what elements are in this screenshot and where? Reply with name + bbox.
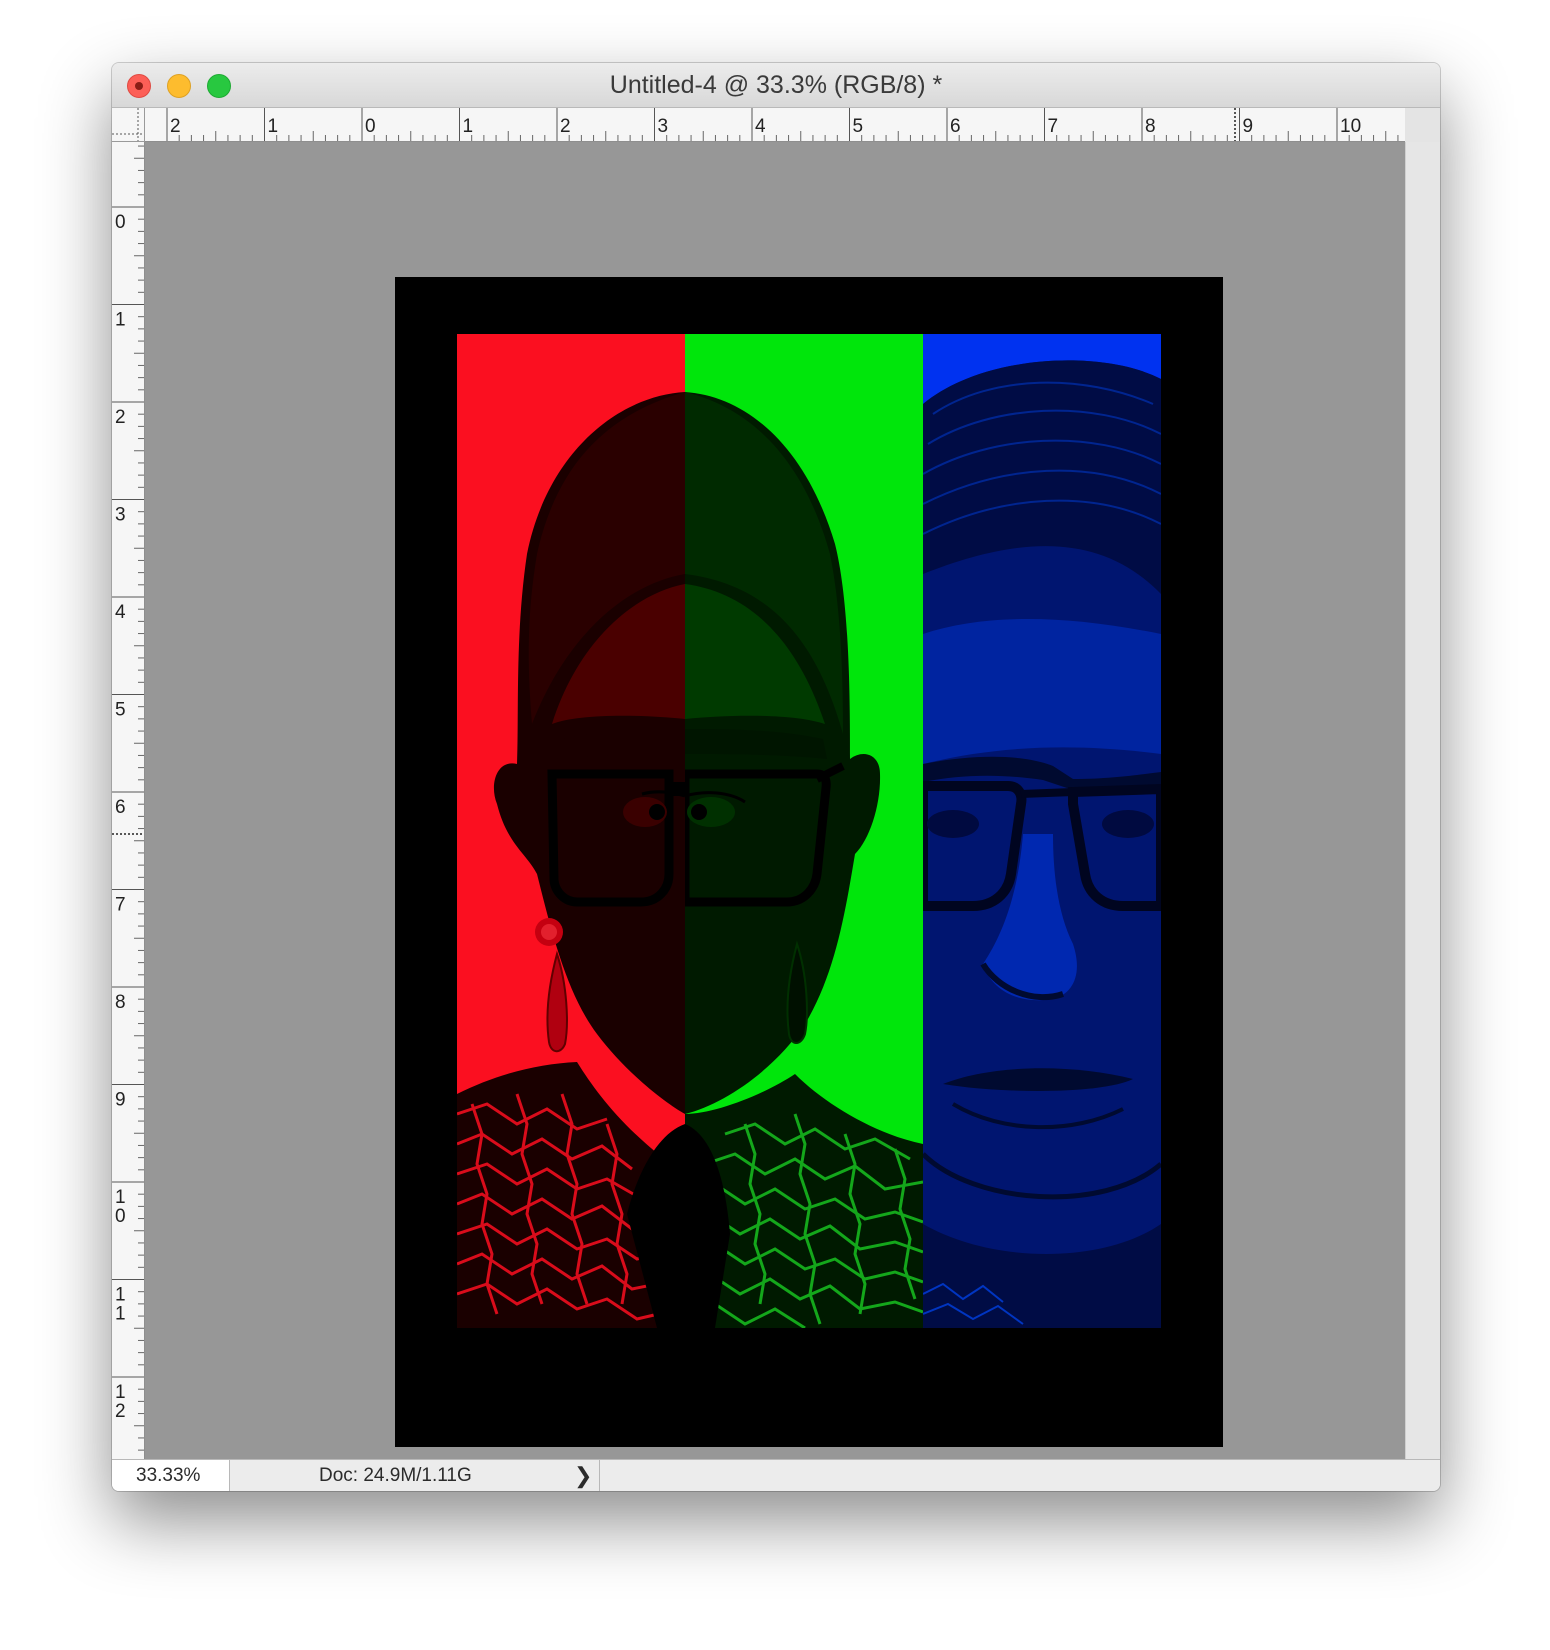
title-bar[interactable]: Untitled-4 @ 33.3% (RGB/8) * xyxy=(112,63,1440,108)
vertical-ruler-label: 1 xyxy=(115,1382,126,1403)
vertical-ruler-label: 0 xyxy=(115,212,126,233)
ruler-origin-corner[interactable] xyxy=(112,108,145,142)
horizontal-ruler-label: 2 xyxy=(170,116,181,137)
horizontal-ruler-label: 5 xyxy=(853,116,864,137)
vertical-scroll-track[interactable] xyxy=(1405,142,1440,1459)
horizontal-ruler-label: 8 xyxy=(1145,116,1156,137)
document-canvas[interactable] xyxy=(395,277,1223,1447)
vertical-ruler-label: 3 xyxy=(115,505,126,526)
vertical-ruler[interactable]: 0123456789101112 xyxy=(112,142,145,1459)
green-channel-strip xyxy=(685,334,923,1328)
status-bar: 33.33% Doc: 24.9M/1.11G ❯ xyxy=(112,1459,1440,1491)
window-title: Untitled-4 @ 33.3% (RGB/8) * xyxy=(609,71,943,99)
blue-channel-strip xyxy=(923,334,1161,1328)
horizontal-ruler-label: 3 xyxy=(658,116,669,137)
photoshop-document-window: Untitled-4 @ 33.3% (RGB/8) * 21012345678… xyxy=(112,63,1440,1491)
vertical-ruler-label: 1 xyxy=(115,1285,126,1306)
vertical-ruler-label: 2 xyxy=(115,407,126,428)
horizontal-ruler-label: 9 xyxy=(1243,116,1254,137)
vertical-ruler-label: 1 xyxy=(115,1187,126,1208)
portrait-green-half-image xyxy=(685,392,923,1328)
vertical-ruler-label: 7 xyxy=(115,895,126,916)
horizontal-ruler[interactable]: 2 1 0 1 2 3 4 5 6 7 8 9 10 xyxy=(145,108,1405,142)
vertical-ruler-label: 4 xyxy=(115,602,126,623)
vertical-ruler-label: 5 xyxy=(115,700,126,721)
vertical-ruler-label: 8 xyxy=(115,992,126,1013)
horizontal-ruler-label: 1 xyxy=(463,116,474,137)
vertical-ruler-label: 2 xyxy=(115,1401,126,1422)
horizontal-ruler-label: 0 xyxy=(365,116,376,137)
zoom-level-field[interactable]: 33.33% xyxy=(112,1460,230,1491)
horizontal-ruler-label: 7 xyxy=(1048,116,1059,137)
horizontal-ruler-label: 6 xyxy=(950,116,961,137)
red-channel-strip xyxy=(457,334,685,1328)
horizontal-ruler-label: 10 xyxy=(1340,116,1361,137)
horizontal-ruler-scale: 2 1 0 1 2 3 4 5 6 7 8 9 10 xyxy=(166,108,1399,141)
vertical-ruler-label: 0 xyxy=(115,1206,126,1227)
vertical-ruler-label: 9 xyxy=(115,1090,126,1111)
document-size-info[interactable]: Doc: 24.9M/1.11G xyxy=(319,1460,472,1491)
vertical-ruler-label: 1 xyxy=(115,1304,126,1325)
vertical-ruler-label: 1 xyxy=(115,310,126,331)
vertical-ruler-label: 6 xyxy=(115,797,126,818)
status-info-menu-arrow[interactable]: ❯ xyxy=(574,1460,592,1491)
canvas-pasteboard[interactable] xyxy=(145,142,1405,1459)
horizontal-ruler-label: 4 xyxy=(755,116,766,137)
portrait-blue-closeup-image xyxy=(923,360,1161,1328)
portrait-red-half-image xyxy=(457,392,685,1328)
status-divider xyxy=(599,1460,600,1491)
horizontal-ruler-label: 2 xyxy=(560,116,571,137)
horizontal-ruler-label: 1 xyxy=(268,116,279,137)
vertical-ruler-scale: 0123456789101112 xyxy=(112,145,144,1451)
